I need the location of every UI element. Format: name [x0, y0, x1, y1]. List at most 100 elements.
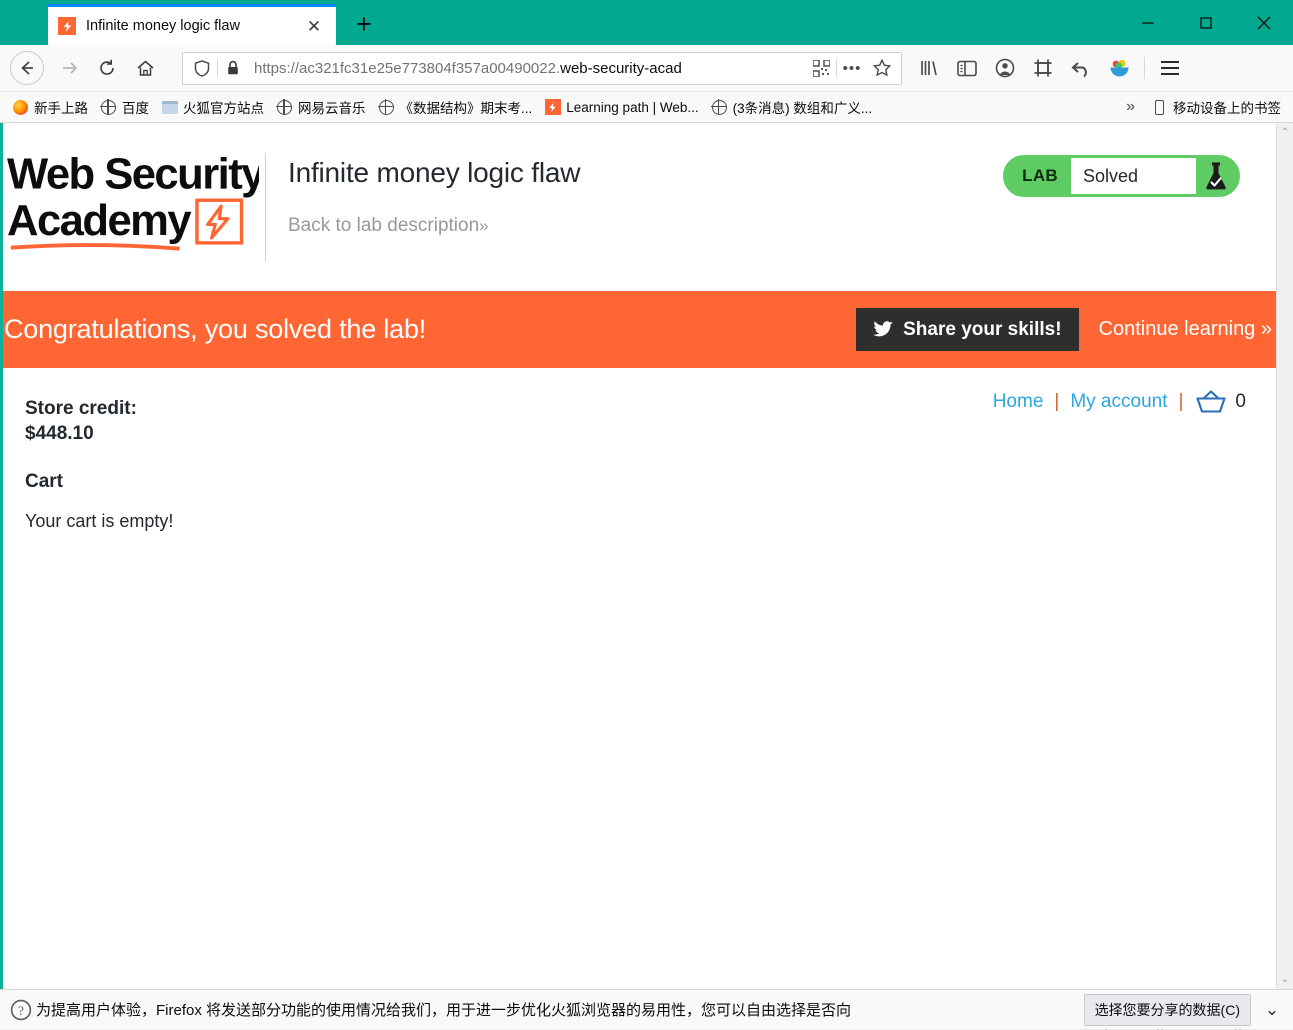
continue-learning-link[interactable]: Continue learning »: [1099, 318, 1276, 341]
page-actions-icon[interactable]: •••: [837, 53, 867, 83]
navigation-toolbar: https://ac321fc31e25e773804f357a00490022…: [0, 45, 1293, 92]
home-icon[interactable]: [126, 49, 164, 87]
bookmark-label: 新手上路: [34, 101, 88, 116]
choose-shared-data-button[interactable]: 选择您要分享的数据(C): [1083, 993, 1251, 1026]
bookmark-label: 百度: [122, 101, 149, 116]
firefox-icon: [12, 99, 29, 116]
firefox-notification-bar: ? 为提高用户体验，Firefox 将发送部分功能的使用情况给我们，用于进一步优…: [0, 989, 1293, 1029]
toolbar-right-icons: [910, 49, 1189, 87]
academy-logo-svg: Web Security Academy: [7, 151, 268, 251]
home-link[interactable]: Home: [993, 391, 1044, 413]
info-circle-icon: ?: [6, 995, 36, 1025]
bookmark-item[interactable]: 百度: [94, 95, 155, 119]
page-title: Infinite money logic flaw: [288, 157, 581, 188]
bookmark-label: 网易云音乐: [298, 101, 366, 116]
url-bar[interactable]: https://ac321fc31e25e773804f357a00490022…: [182, 51, 902, 85]
bookmark-item[interactable]: 火狐官方站点: [155, 95, 270, 119]
new-tab-button[interactable]: +: [346, 6, 382, 42]
nav-separator: |: [1178, 391, 1184, 412]
svg-text:?: ?: [18, 1003, 24, 1018]
toolbar-divider: [1144, 57, 1145, 79]
bookmark-label: 火狐官方站点: [183, 101, 264, 116]
chevron-right-icon: »: [1260, 318, 1272, 340]
bookmark-item[interactable]: 网易云音乐: [270, 95, 372, 119]
library-icon[interactable]: [910, 49, 948, 87]
burp-logo-icon: [544, 99, 561, 116]
padlock-icon[interactable]: [218, 53, 248, 83]
scroll-up-arrow-icon[interactable]: ⌃: [1281, 123, 1289, 142]
tracking-protection-shield-icon[interactable]: [187, 53, 217, 83]
twitter-bird-icon: [873, 321, 894, 338]
scroll-down-arrow-icon[interactable]: ⌄: [1281, 970, 1289, 989]
web-security-academy-logo[interactable]: Web Security Academy: [3, 145, 268, 261]
sidebar-icon[interactable]: [948, 49, 986, 87]
forward-arrow-icon[interactable]: [50, 49, 88, 87]
browser-window: Infinite money logic flaw ✕ + https://ac…: [0, 0, 1293, 1030]
phone-icon: [1151, 99, 1168, 116]
lab-header: Web Security Academy Infinite money logi…: [3, 123, 1276, 291]
solved-banner: Congratulations, you solved the lab! Sha…: [3, 291, 1276, 368]
close-icon[interactable]: [1235, 0, 1293, 45]
svg-text:Academy: Academy: [7, 197, 192, 245]
account-icon[interactable]: [986, 49, 1024, 87]
my-account-link[interactable]: My account: [1070, 391, 1167, 413]
chevron-right-icon: »: [479, 216, 489, 235]
flask-check-icon: [1196, 158, 1236, 194]
qr-code-icon[interactable]: [806, 53, 836, 83]
bookmarks-overflow-chevron[interactable]: »: [1116, 98, 1145, 116]
header-divider: [265, 153, 266, 261]
cart-empty-message: Your cart is empty!: [25, 511, 174, 532]
close-tab-icon[interactable]: ✕: [302, 14, 326, 38]
notification-message: 为提高用户体验，Firefox 将发送部分功能的使用情况给我们，用于进一步优化火…: [36, 1002, 852, 1019]
lab-badge-label: LAB: [1022, 166, 1058, 185]
bookmark-label: (3条消息) 数组和广义...: [732, 101, 873, 116]
back-arrow-icon[interactable]: [10, 51, 44, 85]
share-button-label: Share your skills!: [903, 318, 1062, 340]
back-link-label: Back to lab description: [288, 215, 480, 236]
bookmarks-toolbar: 新手上路 百度 火狐官方站点 网易云音乐 《数据结构》期末考... Learni…: [0, 92, 1293, 123]
globe-icon: [377, 98, 395, 116]
fruit-bowl-extension-icon[interactable]: [1100, 49, 1138, 87]
title-bar: Infinite money logic flaw ✕ +: [0, 0, 1293, 45]
bookmark-label: 《数据结构》期末考...: [399, 101, 533, 116]
basket-count: 0: [1235, 391, 1246, 412]
hamburger-menu-icon[interactable]: [1151, 49, 1189, 87]
globe-icon: [711, 98, 728, 116]
bookmark-item[interactable]: 《数据结构》期末考...: [372, 95, 539, 119]
screenshot-icon[interactable]: [1024, 49, 1062, 87]
lab-status-widget[interactable]: LAB Solved: [1003, 155, 1240, 197]
page-scrollbar[interactable]: ⌃ ⌄: [1276, 123, 1293, 989]
page-viewport: Web Security Academy Infinite money logi…: [0, 123, 1293, 989]
folder-icon: [161, 99, 178, 116]
back-to-lab-description-link[interactable]: Back to lab description»: [288, 215, 489, 237]
share-your-skills-button[interactable]: Share your skills!: [856, 308, 1079, 351]
shop-navigation: Home | My account | 0: [993, 390, 1246, 414]
undo-icon[interactable]: [1062, 49, 1100, 87]
lab-page: Web Security Academy Infinite money logi…: [0, 123, 1276, 989]
notification-dropdown-chevron-icon[interactable]: ⌄: [1257, 1000, 1287, 1020]
bookmark-item[interactable]: 新手上路: [6, 95, 94, 119]
banner-message: Congratulations, you solved the lab!: [4, 314, 427, 344]
scrollbar-track[interactable]: [1277, 142, 1293, 970]
globe-icon: [276, 98, 293, 116]
cart-heading: Cart: [25, 471, 64, 493]
minimize-icon[interactable]: [1119, 0, 1177, 45]
store-section: Store credit: $448.10 Cart Your cart is …: [3, 368, 1276, 532]
lab-status-text: Solved: [1071, 158, 1196, 194]
continue-label: Continue learning: [1098, 318, 1256, 340]
bookmark-item[interactable]: Learning path | Web...: [538, 97, 704, 118]
window-controls: [1119, 0, 1293, 45]
tab-title: Infinite money logic flaw: [86, 18, 240, 34]
burp-logo-icon: [58, 17, 76, 35]
bookmark-item[interactable]: (3条消息) 数组和广义...: [705, 95, 879, 119]
browser-tab[interactable]: Infinite money logic flaw ✕: [48, 4, 336, 45]
url-text[interactable]: https://ac321fc31e25e773804f357a00490022…: [248, 60, 806, 77]
shopping-basket-icon[interactable]: [1196, 390, 1226, 414]
bookmark-item-mobile[interactable]: 移动设备上的书签: [1145, 95, 1287, 119]
bookmark-label: Learning path | Web...: [566, 99, 699, 115]
bookmark-label: 移动设备上的书签: [1173, 101, 1281, 116]
maximize-icon[interactable]: [1177, 0, 1235, 45]
reload-icon[interactable]: [88, 49, 126, 87]
store-credit-value: $448.10: [25, 423, 94, 445]
star-icon[interactable]: [867, 53, 897, 83]
